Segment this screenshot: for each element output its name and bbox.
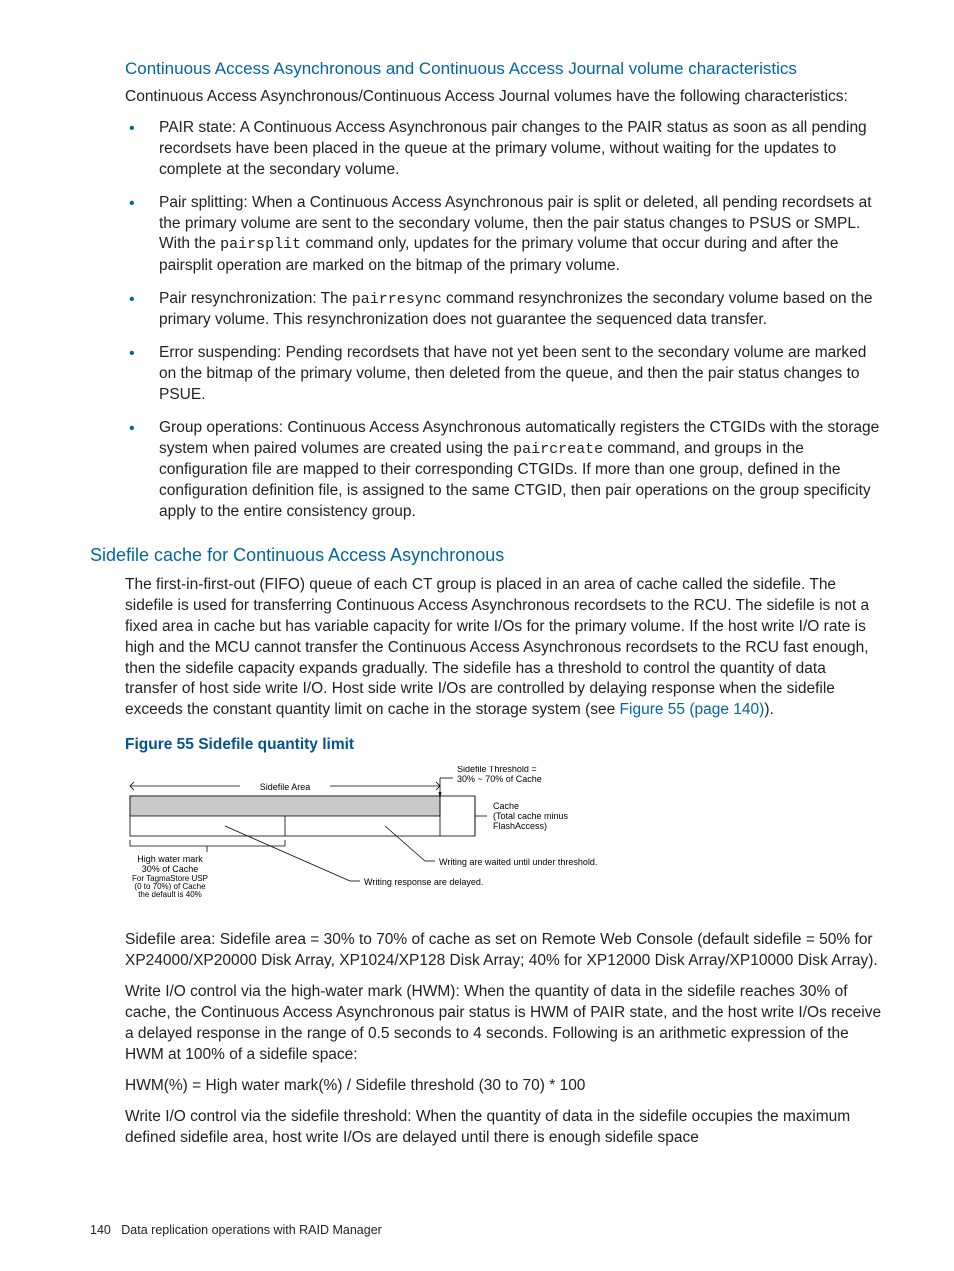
page: Continuous Access Asynchronous and Conti… <box>0 0 954 1271</box>
figure-55-title: Figure 55 Sidefile quantity limit <box>125 735 882 756</box>
characteristics-list: PAIR state: A Continuous Access Asynchro… <box>125 118 882 523</box>
bullet-pair-resync: Pair resynchronization: The pairresync c… <box>125 289 882 331</box>
page-footer: 140 Data replication operations with RAI… <box>90 1222 382 1239</box>
bullet-pair-splitting: Pair splitting: When a Continuous Access… <box>125 193 882 277</box>
heading-volume-characteristics: Continuous Access Asynchronous and Conti… <box>125 58 882 81</box>
chapter-title: Data replication operations with RAID Ma… <box>121 1223 382 1237</box>
label-sidefile-area: Sidefile Area <box>260 782 311 792</box>
sidefile-area-paragraph: Sidefile area: Sidefile area = 30% to 70… <box>125 930 882 972</box>
label-waited: Writing are waited until under threshold… <box>439 857 597 867</box>
heading-sidefile-cache: Sidefile cache for Continuous Access Asy… <box>90 543 882 567</box>
bullet-text: PAIR state: A Continuous Access Asynchro… <box>159 119 867 178</box>
p1-text-b: ). <box>764 701 773 718</box>
figure-ref-link[interactable]: Figure 55 (page 140) <box>620 701 765 718</box>
bullet-error-suspending: Error suspending: Pending recordsets tha… <box>125 343 882 406</box>
bullet-text: Error suspending: Pending recordsets tha… <box>159 344 866 403</box>
label-cache: Cache <box>493 801 519 811</box>
cmd-pairresync: pairresync <box>352 291 442 308</box>
cmd-paircreate: paircreate <box>513 441 603 458</box>
label-threshold-vals: 30% ~ 70% of Cache <box>457 774 542 784</box>
label-delayed: Writing response are delayed. <box>364 877 483 887</box>
sidefile-paragraph: The first-in-first-out (FIFO) queue of e… <box>125 575 882 721</box>
label-hwm2: 30% of Cache <box>142 864 199 874</box>
label-cache-sub1: (Total cache minus <box>493 811 569 821</box>
cmd-pairsplit: pairsplit <box>220 236 301 253</box>
bullet-text-a: Pair resynchronization: The <box>159 290 352 307</box>
label-cache-sub2: FlashAccess) <box>493 821 547 831</box>
bullet-group-operations: Group operations: Continuous Access Asyn… <box>125 418 882 523</box>
hwm-paragraph: Write I/O control via the high-water mar… <box>125 982 882 1066</box>
figure-55-diagram: Sidefile Area Sidefile Threshold = 30% ~… <box>125 766 745 916</box>
threshold-paragraph: Write I/O control via the sidefile thres… <box>125 1107 882 1149</box>
intro-paragraph: Continuous Access Asynchronous/Continuou… <box>125 87 882 108</box>
page-number: 140 <box>90 1223 111 1237</box>
p1-text-a: The first-in-first-out (FIFO) queue of e… <box>125 576 869 719</box>
hwm-formula: HWM(%) = High water mark(%) / Sidefile t… <box>125 1076 882 1097</box>
label-threshold-title: Sidefile Threshold = <box>457 766 537 774</box>
bullet-pair-state: PAIR state: A Continuous Access Asynchro… <box>125 118 882 181</box>
label-hwm1: High water mark <box>137 854 203 864</box>
label-hwm5: the default is 40% <box>138 890 202 899</box>
